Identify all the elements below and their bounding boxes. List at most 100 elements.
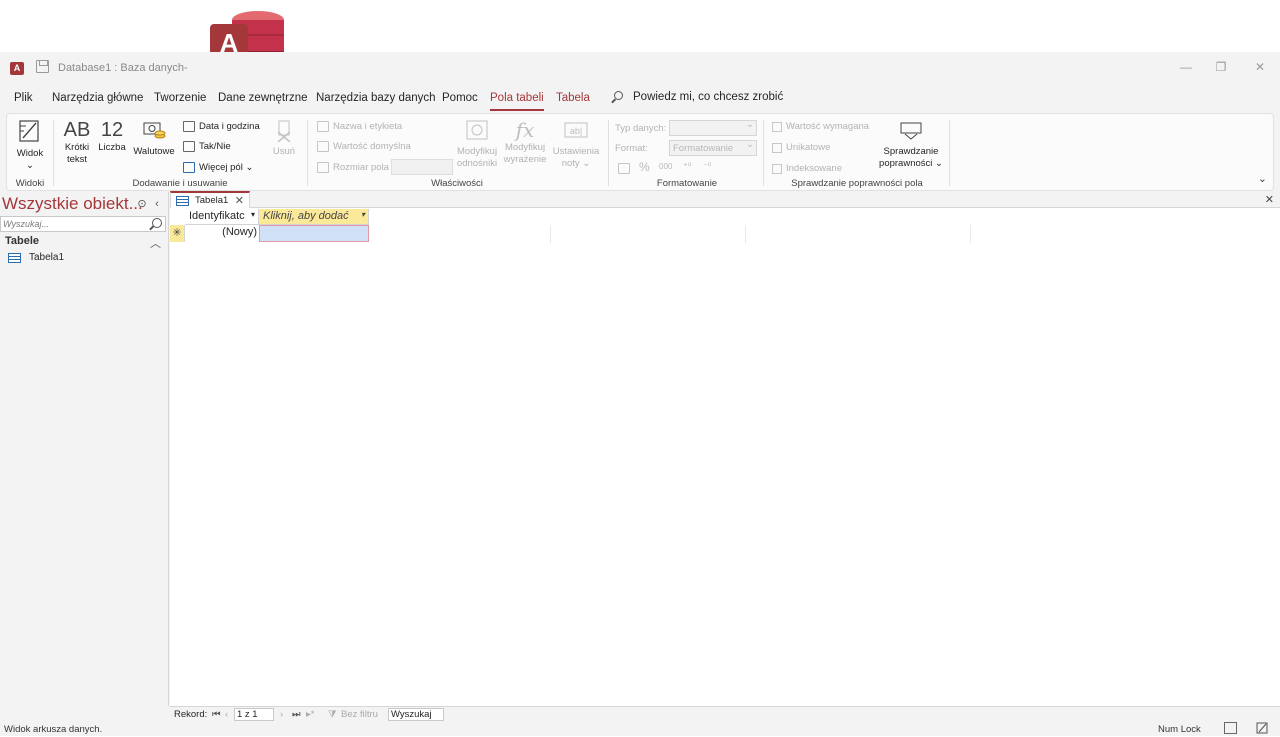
- num-lock-indicator: Num Lock: [1158, 724, 1201, 735]
- sprawdzanie-poprawnosci-button[interactable]: Sprawdzanie poprawności ⌄: [875, 118, 947, 170]
- mod-wyr-label-1: Modyfikuj: [504, 142, 546, 153]
- collapse-ribbon-icon[interactable]: ⌄: [1258, 172, 1267, 185]
- search-icon[interactable]: [152, 218, 162, 228]
- separator: [307, 120, 308, 186]
- restore-button[interactable]: ❐: [1207, 57, 1235, 77]
- record-search-input[interactable]: Wyszukaj: [388, 708, 444, 721]
- nav-item-tabela1[interactable]: Tabela1: [8, 252, 64, 263]
- table-icon: [8, 252, 21, 263]
- new-row-id-cell[interactable]: (Nowy): [185, 225, 259, 242]
- rozmiar-pola-input[interactable]: [391, 159, 453, 175]
- table-icon: [176, 195, 189, 206]
- ust-label-1: Ustawienia: [552, 146, 600, 157]
- nazwa-i-etykieta-button[interactable]: Nazwa i etykieta: [317, 121, 402, 132]
- tab-pomoc[interactable]: Pomoc: [442, 92, 478, 104]
- access-window: A Database1 : Baza danych- — ❐ ✕ Plik Na…: [0, 52, 1280, 736]
- design-view-icon[interactable]: [1256, 722, 1269, 734]
- minimize-button[interactable]: —: [1172, 57, 1200, 77]
- chevron-down-icon[interactable]: ▾: [251, 210, 255, 219]
- modyfikuj-wyrazenie-button[interactable]: fx Modyfikuj wyrażenie: [503, 118, 547, 166]
- tekst-label: tekst: [66, 154, 88, 165]
- tell-me-text: Powiedz mi, co chcesz zrobić: [633, 91, 784, 103]
- widok-chevron-icon: ⌄: [26, 160, 34, 171]
- unikatowe-label: Unikatowe: [786, 142, 831, 153]
- wiecej-label: Więcej pól ⌄: [199, 162, 254, 173]
- nav-search-placeholder: Wyszukaj...: [3, 219, 50, 229]
- format-select[interactable]: Formatowanie: [669, 139, 757, 156]
- short-text-icon: AB: [63, 119, 91, 141]
- checkbox: [772, 121, 782, 132]
- wiecej-pol-button[interactable]: Więcej pól ⌄: [183, 162, 253, 173]
- document-area: Tabela1 ✕ ✕ Identyfikatc ▾ Kliknij, aby do…: [170, 191, 1280, 706]
- collapse-section-icon[interactable]: ︿: [150, 235, 161, 251]
- filter-icon[interactable]: ⧩: [328, 709, 336, 720]
- window-title: Database1 : Baza danych-: [58, 62, 188, 74]
- modyfikuj-odnosniki-button[interactable]: Modyfikuj odnośniki: [455, 118, 499, 170]
- more-fields-icon: [183, 162, 195, 173]
- wartosc-label: Wartość domyślna: [333, 141, 411, 152]
- walutowe-button[interactable]: Walutowe: [131, 118, 177, 158]
- nav-menu-icon[interactable]: ⊙: [136, 198, 148, 210]
- column-header-add[interactable]: Kliknij, aby dodać ▾: [259, 209, 369, 225]
- ustawienia-noty-button[interactable]: ab| Ustawienia noty ⌄: [551, 118, 601, 170]
- nav-search-input[interactable]: Wyszukaj...: [0, 216, 166, 232]
- close-document-icon[interactable]: ✕: [1265, 193, 1274, 206]
- app-icon[interactable]: A: [10, 62, 24, 75]
- nav-title[interactable]: Wszystkie obiekt...: [2, 194, 143, 214]
- tab-tabela[interactable]: Tabela: [556, 92, 590, 104]
- nav-section-label: Tabele: [5, 235, 40, 247]
- tab-pola-tabeli[interactable]: Pola tabeli: [490, 92, 544, 111]
- krotki-tekst-button[interactable]: AB Krótki tekst: [61, 118, 93, 166]
- usun-button[interactable]: Usuń: [270, 118, 298, 158]
- filter-status[interactable]: Bez filtru: [341, 709, 378, 720]
- indeksowane-checkbox[interactable]: Indeksowane: [772, 163, 842, 174]
- column-header-id[interactable]: Identyfikatc ▾: [185, 209, 259, 225]
- percent-format-icon[interactable]: %: [639, 160, 650, 174]
- data-i-godzina-button[interactable]: Data i godzina: [183, 121, 260, 132]
- tab-plik[interactable]: Plik: [14, 92, 33, 104]
- wartosc-wymagana-checkbox[interactable]: Wartość wymagana: [772, 121, 869, 132]
- group-widoki-label: Widoki: [15, 178, 45, 189]
- first-record-icon[interactable]: ⏮: [212, 709, 221, 720]
- record-position-input[interactable]: 1 z 1: [234, 708, 274, 721]
- close-tab-icon[interactable]: ✕: [235, 194, 244, 207]
- new-row-add-cell[interactable]: [259, 225, 369, 242]
- tab-dane-zewnetrzne[interactable]: Dane zewnętrzne: [218, 92, 308, 104]
- lookup-icon: [466, 120, 488, 140]
- tab-narzedzia-bazy-danych[interactable]: Narzędzia bazy danych: [316, 92, 436, 104]
- new-record-selector[interactable]: ✳: [170, 225, 185, 242]
- currency-format-icon[interactable]: [618, 163, 630, 174]
- tab-narzedzia-glowne[interactable]: Narzędzia główne: [52, 92, 143, 104]
- taknie-label: Tak/Nie: [199, 141, 231, 152]
- unikatowe-checkbox[interactable]: Unikatowe: [772, 142, 830, 153]
- record-label: Rekord:: [174, 709, 208, 720]
- group-dodawanie-label: Dodawanie i usuwanie: [132, 178, 228, 189]
- rozmiar-label: Rozmiar pola: [333, 162, 389, 173]
- typ-danych-select[interactable]: [669, 119, 757, 136]
- tab-tworzenie[interactable]: Tworzenie: [154, 92, 206, 104]
- new-record-icon[interactable]: ▸*: [306, 709, 314, 720]
- close-button[interactable]: ✕: [1246, 57, 1274, 77]
- last-record-icon[interactable]: ⏭: [292, 709, 301, 720]
- save-icon[interactable]: [36, 60, 49, 73]
- nav-collapse-icon[interactable]: ‹: [151, 198, 163, 210]
- chevron-down-icon[interactable]: ▾: [361, 210, 365, 219]
- design-view-icon: [19, 120, 39, 142]
- decrease-decimals-icon[interactable]: ⁻⁰: [703, 161, 711, 172]
- nav-section-tabele[interactable]: Tabele ︿: [5, 235, 163, 250]
- tab-tabela1[interactable]: Tabela1 ✕: [170, 191, 250, 208]
- datasheet-view-icon[interactable]: [1224, 722, 1237, 734]
- thousands-format-icon[interactable]: 000: [659, 162, 672, 171]
- liczba-button[interactable]: 12 Liczba: [96, 118, 128, 154]
- tell-me-box[interactable]: Powiedz mi, co chcesz zrobić: [614, 91, 783, 103]
- group-formatowanie-label: Formatowanie: [656, 178, 718, 189]
- next-record-icon[interactable]: ›: [280, 709, 283, 720]
- increase-decimals-icon[interactable]: ⁺⁰: [683, 161, 691, 172]
- navigation-pane: Wszystkie obiekt... ⊙ ‹ Wyszukaj... Tabe…: [0, 192, 169, 706]
- previous-record-icon[interactable]: ‹: [225, 709, 228, 720]
- typ-danych-label: Typ danych:: [615, 123, 667, 134]
- tak-nie-button[interactable]: Tak/Nie: [183, 141, 231, 152]
- wartosc-domyslna-button[interactable]: Wartość domyślna: [317, 141, 411, 152]
- calendar-icon: [183, 121, 195, 132]
- widok-button[interactable]: Widok ⌄: [13, 118, 47, 172]
